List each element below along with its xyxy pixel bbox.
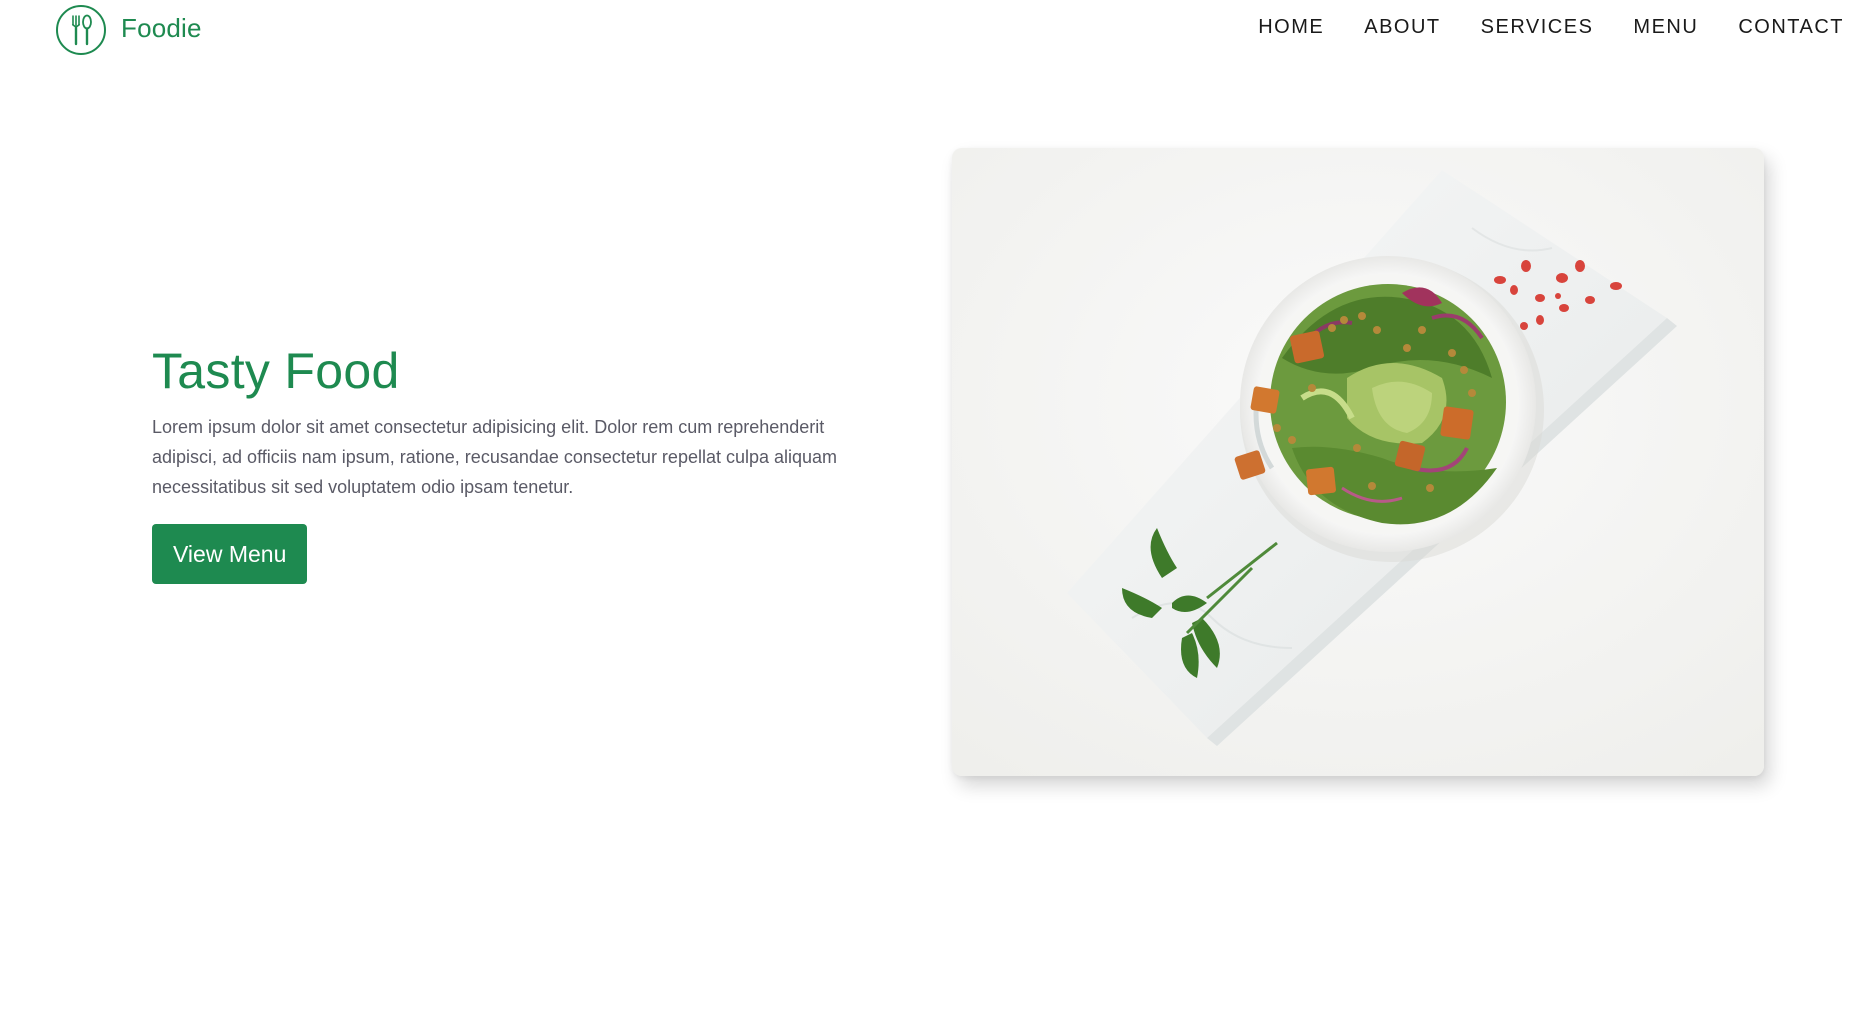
hero-description: Lorem ipsum dolor sit amet consectetur a… [152,417,838,497]
brand-name: Foodie [121,12,202,43]
fork-spoon-circle-icon [56,5,106,55]
nav-contact[interactable]: CONTACT [1738,16,1844,39]
salad-bowl-photo [952,148,1764,776]
nav-services[interactable]: SERVICES [1481,16,1594,39]
nav-menu[interactable]: MENU [1633,16,1698,39]
view-menu-button[interactable]: View Menu [152,524,308,584]
nav-about[interactable]: ABOUT [1364,16,1440,39]
hero-text: Tasty Food Lorem ipsum dolor sit amet co… [152,340,872,584]
brand-link[interactable]: Foodie [55,4,202,56]
page: Foodie HOME ABOUT SERVICES MENU CONTACT … [0,0,1862,1034]
main-nav: HOME ABOUT SERVICES MENU CONTACT [1218,16,1844,39]
navbar: Foodie HOME ABOUT SERVICES MENU CONTACT [0,0,1862,62]
nav-home[interactable]: HOME [1258,16,1324,39]
hero-title: Tasty Food [152,343,400,399]
hero-image [952,148,1764,776]
